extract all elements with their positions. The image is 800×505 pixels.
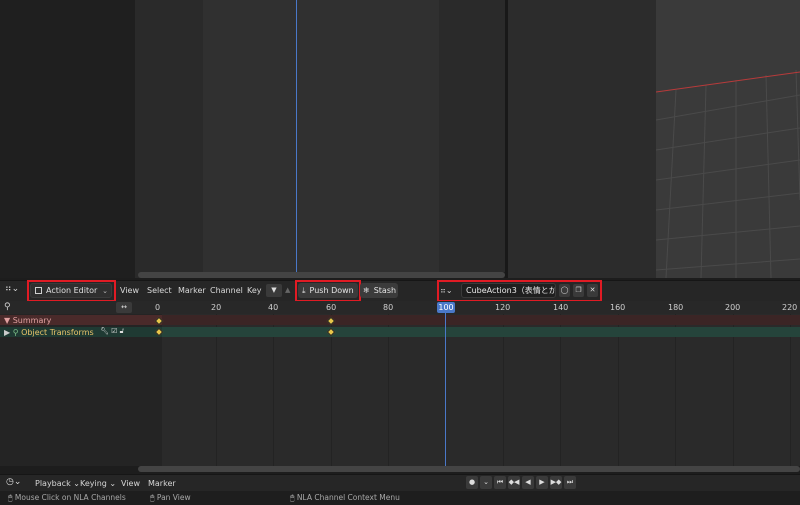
expand-right-icon[interactable]: ▶: [4, 328, 10, 337]
keying-label: Keying: [80, 479, 107, 488]
tick-label: 160: [610, 303, 626, 312]
tick-label: 220: [782, 303, 798, 312]
dopesheet-editor-icon: ⠶⌄: [5, 284, 20, 294]
expand-down-icon[interactable]: ▼: [4, 316, 10, 325]
tick-label: 0: [155, 303, 161, 312]
menu-timeline-marker[interactable]: Marker: [148, 479, 176, 488]
menu-timeline-view[interactable]: View: [121, 479, 140, 488]
summary-label: Summary: [12, 316, 52, 325]
stash-label: Stash: [373, 286, 397, 295]
channel-toggle-icons: 🔧︎ ☑ 🔓︎: [100, 327, 124, 336]
jump-end-icon[interactable]: ⏭: [564, 476, 576, 489]
highlight-box-mode: [27, 280, 116, 302]
tick-label: 60: [326, 303, 337, 312]
playhead-line[interactable]: [445, 313, 446, 470]
menu-marker[interactable]: Marker: [178, 286, 206, 295]
wrench-icon[interactable]: 🔧︎: [100, 327, 109, 335]
object-transforms-label: Object Transforms: [21, 328, 94, 337]
menu-view[interactable]: View: [120, 286, 139, 295]
filter-dropdown-icon[interactable]: ▼: [266, 284, 282, 297]
editor-type-button[interactable]: ⠶⌄: [5, 284, 27, 298]
status-hint-left: 🖱︎ Mouse Click on NLA Channels: [8, 493, 126, 502]
menu-playback[interactable]: Playback ⌄: [35, 479, 80, 488]
status-hint-right: 🖱︎ NLA Channel Context Menu: [290, 493, 400, 502]
transform-group-icon: ⚲: [12, 328, 19, 337]
timeline-editor-icon[interactable]: ◷⌄: [6, 477, 21, 487]
upper-left-panel: [0, 0, 135, 278]
current-frame-indicator[interactable]: 100: [437, 302, 455, 313]
horizontal-scrollbar[interactable]: [138, 466, 800, 472]
tick-label: 180: [668, 303, 684, 312]
status-hint-left-label: Mouse Click on NLA Channels: [14, 493, 126, 502]
menu-select[interactable]: Select: [147, 286, 172, 295]
next-keyframe-icon[interactable]: ▶◆: [550, 476, 562, 489]
stash-icon: ❄: [363, 286, 370, 295]
highlight-box-action: [437, 280, 602, 302]
upper-editor-margin: [439, 0, 505, 272]
tick-label: 20: [211, 303, 222, 312]
viewport-grid: [656, 69, 800, 278]
playhead-line-upper: [296, 0, 297, 272]
stash-button[interactable]: ❄ Stash: [360, 283, 398, 298]
tick-label: 40: [268, 303, 279, 312]
checkbox-icon[interactable]: ☑: [111, 327, 117, 335]
status-hint-right-label: NLA Channel Context Menu: [296, 493, 400, 502]
menu-keying[interactable]: Keying ⌄: [80, 479, 116, 488]
lock-icon[interactable]: 🔓︎: [120, 327, 125, 335]
highlight-box-push-down: [295, 280, 361, 302]
tick-label: 120: [495, 303, 511, 312]
3d-viewport[interactable]: [656, 0, 800, 278]
object-transforms-track[interactable]: [162, 327, 800, 337]
tick-label: 80: [383, 303, 394, 312]
upper-editor-area[interactable]: [203, 0, 439, 272]
swap-channels-icon[interactable]: ↔: [116, 302, 132, 313]
move-up-icon: ▲: [285, 286, 291, 294]
menu-channel[interactable]: Channel: [210, 286, 243, 295]
tick-label: 200: [725, 303, 741, 312]
record-icon[interactable]: ●: [466, 476, 478, 489]
menu-key[interactable]: Key: [247, 286, 262, 295]
play-icon[interactable]: ▶: [536, 476, 548, 489]
summary-channel[interactable]: ▼ Summary: [4, 316, 51, 325]
jump-start-icon[interactable]: ⏮: [494, 476, 506, 489]
tick-label: 140: [553, 303, 569, 312]
upper-panel-margin: [135, 0, 203, 278]
summary-row-track[interactable]: [162, 315, 800, 325]
timeline-header: [0, 474, 800, 491]
upper-horizontal-scrollbar[interactable]: [138, 272, 505, 278]
playback-label: Playback: [35, 479, 71, 488]
prev-keyframe-icon[interactable]: ◆◀: [508, 476, 520, 489]
status-hint-middle: 🖱︎ Pan View: [150, 493, 191, 502]
object-transforms-channel[interactable]: ▶ ⚲ Object Transforms: [4, 328, 94, 337]
record-options-icon[interactable]: ⌄: [480, 476, 492, 489]
play-reverse-icon[interactable]: ◀: [522, 476, 534, 489]
search-icon[interactable]: ⚲: [4, 302, 11, 312]
status-hint-middle-label: Pan View: [156, 493, 191, 502]
playback-controls: ● ⌄ ⏮ ◆◀ ◀ ▶ ▶◆ ⏭: [466, 476, 576, 489]
